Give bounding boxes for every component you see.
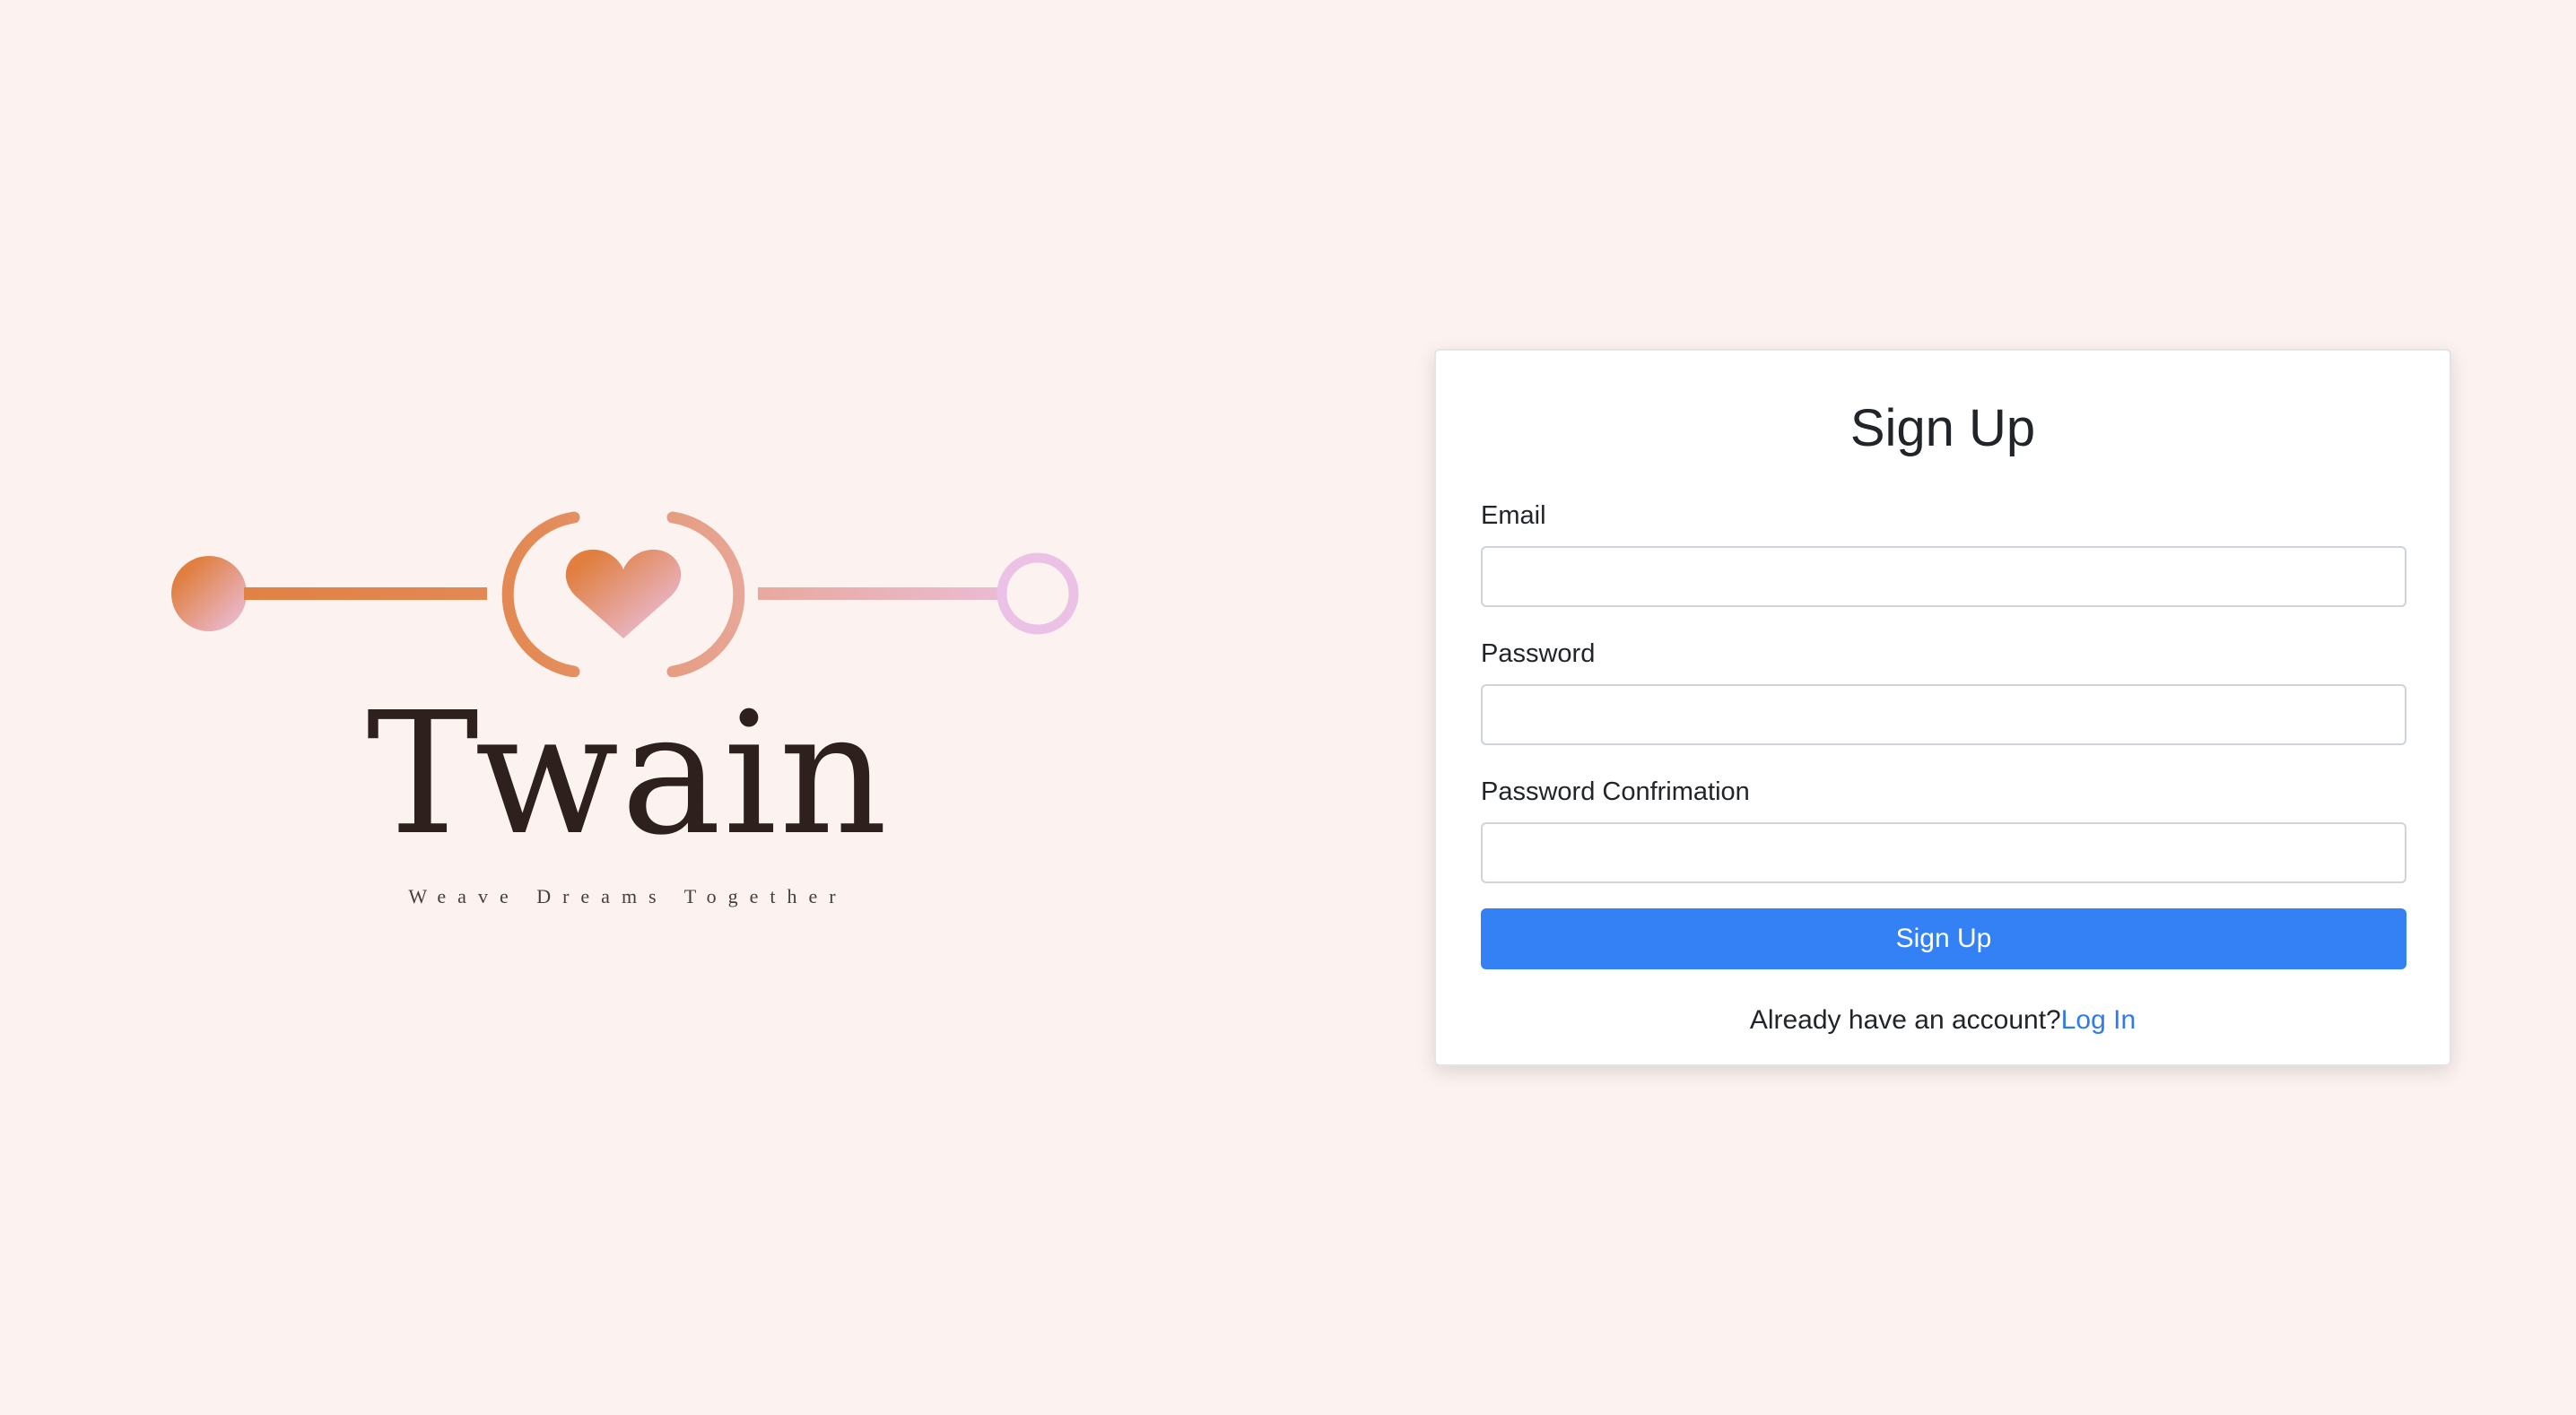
login-prompt: Already have an account?Log In: [1436, 1005, 2450, 1036]
right-bracket-icon: [666, 511, 745, 677]
login-prompt-text: Already have an account?: [1749, 1005, 2061, 1035]
right-ring-icon: [996, 552, 1079, 635]
left-bracket-icon: [501, 511, 580, 677]
password-confirmation-field[interactable]: [1481, 822, 2406, 883]
password-label: Password: [1481, 639, 1596, 668]
brand-tagline: Weave Dreams Together: [408, 885, 848, 907]
heart-icon: [565, 549, 682, 638]
email-field[interactable]: [1481, 546, 2406, 607]
left-dot-icon: [171, 556, 247, 631]
password-field[interactable]: [1481, 684, 2406, 745]
password-confirmation-label: Password Confrimation: [1481, 777, 1750, 806]
brand-name: Twain: [366, 676, 890, 872]
brand-logo: Twain Weave Dreams Together: [161, 498, 1094, 928]
sign-up-button[interactable]: Sign Up: [1481, 908, 2406, 969]
login-link[interactable]: Log In: [2061, 1005, 2136, 1035]
logo-emblem-icon: [171, 511, 1079, 677]
signup-card: Sign Up Email Password Password Confrima…: [1434, 349, 2451, 1066]
email-label: Email: [1481, 501, 1546, 530]
form-title: Sign Up: [1849, 399, 2036, 457]
